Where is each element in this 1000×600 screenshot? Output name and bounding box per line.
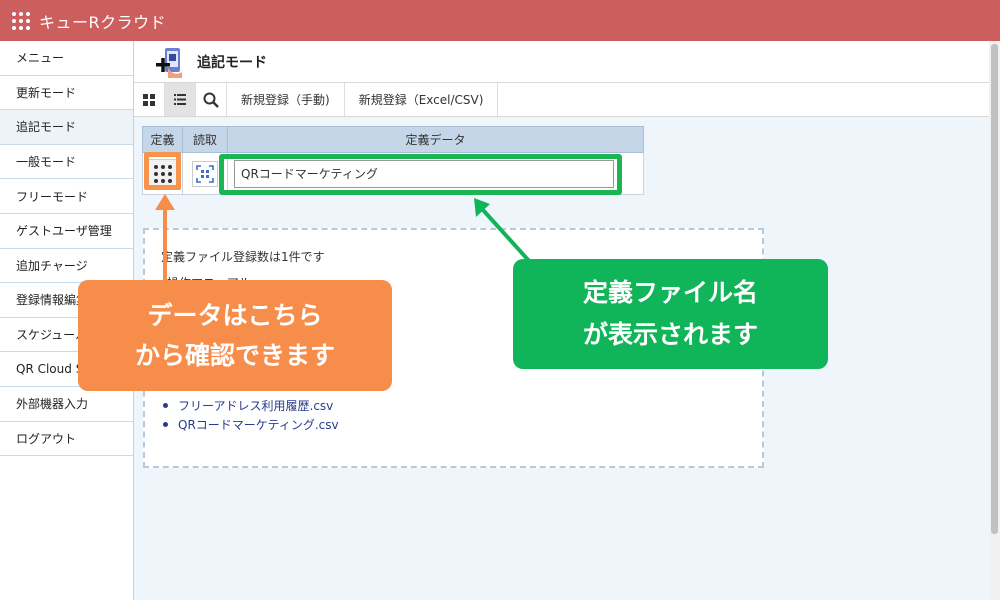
- callout-data-here: データはこちら から確認できます: [78, 280, 392, 391]
- col-header-definition: 定義: [142, 126, 183, 153]
- list-view-button[interactable]: [165, 83, 196, 116]
- sidebar-item-update-mode[interactable]: 更新モード: [0, 76, 133, 111]
- callout-file-name: 定義ファイル名 が表示されます: [513, 259, 828, 369]
- callout-green-line2: が表示されます: [582, 320, 758, 349]
- col-header-read: 読取: [182, 126, 228, 153]
- search-icon: [203, 92, 219, 108]
- page-header: 追記モード: [134, 41, 989, 83]
- qr-scan-icon: [196, 164, 214, 183]
- top-bar: キューRクラウド: [0, 0, 1000, 41]
- grid-view-icon: [143, 93, 155, 106]
- apps-grid-icon[interactable]: [11, 11, 31, 31]
- col-header-definition-data: 定義データ: [227, 126, 644, 153]
- definition-field-highlight: [219, 154, 622, 195]
- file-link[interactable]: フリーアドレス利用履歴.csv: [163, 396, 339, 415]
- grid-view-button[interactable]: [134, 83, 165, 116]
- file-list: フリーアドレス利用履歴.csv QRコードマーケティング.csv: [163, 396, 339, 434]
- sidebar-item-guest-users[interactable]: ゲストユーザ管理: [0, 214, 133, 249]
- callout-orange-line1: データはこちら: [147, 300, 323, 330]
- callout-orange-line2: から確認できます: [134, 340, 335, 370]
- sidebar-item-menu[interactable]: メニュー: [0, 41, 133, 76]
- sidebar-item-logout[interactable]: ログアウト: [0, 422, 133, 457]
- new-manual-button[interactable]: 新規登録（手動): [227, 83, 345, 116]
- definition-button-highlight: [144, 152, 181, 190]
- sidebar-item-general-mode[interactable]: 一般モード: [0, 145, 133, 180]
- scrollbar-thumb[interactable]: [991, 44, 998, 534]
- app-title: キューRクラウド: [39, 12, 167, 32]
- search-button[interactable]: [196, 83, 227, 116]
- file-count-text: 定義ファイル登録数は1件です: [161, 250, 325, 264]
- sidebar-item-append-mode[interactable]: 追記モード: [0, 110, 133, 145]
- sidebar-item-add-charge[interactable]: 追加チャージ: [0, 249, 133, 284]
- append-mode-icon: [156, 48, 182, 78]
- page-title: 追記モード: [197, 55, 267, 71]
- scan-button[interactable]: [192, 160, 218, 187]
- toolbar: 新規登録（手動) 新規登録（Excel/CSV): [134, 83, 989, 117]
- list-view-icon: [174, 94, 186, 105]
- callout-green-line1: 定義ファイル名: [582, 278, 758, 307]
- new-excel-csv-button[interactable]: 新規登録（Excel/CSV): [345, 83, 499, 116]
- file-link[interactable]: QRコードマーケティング.csv: [163, 415, 339, 434]
- sidebar-item-external-input[interactable]: 外部機器入力: [0, 387, 133, 422]
- sidebar-item-free-mode[interactable]: フリーモード: [0, 179, 133, 214]
